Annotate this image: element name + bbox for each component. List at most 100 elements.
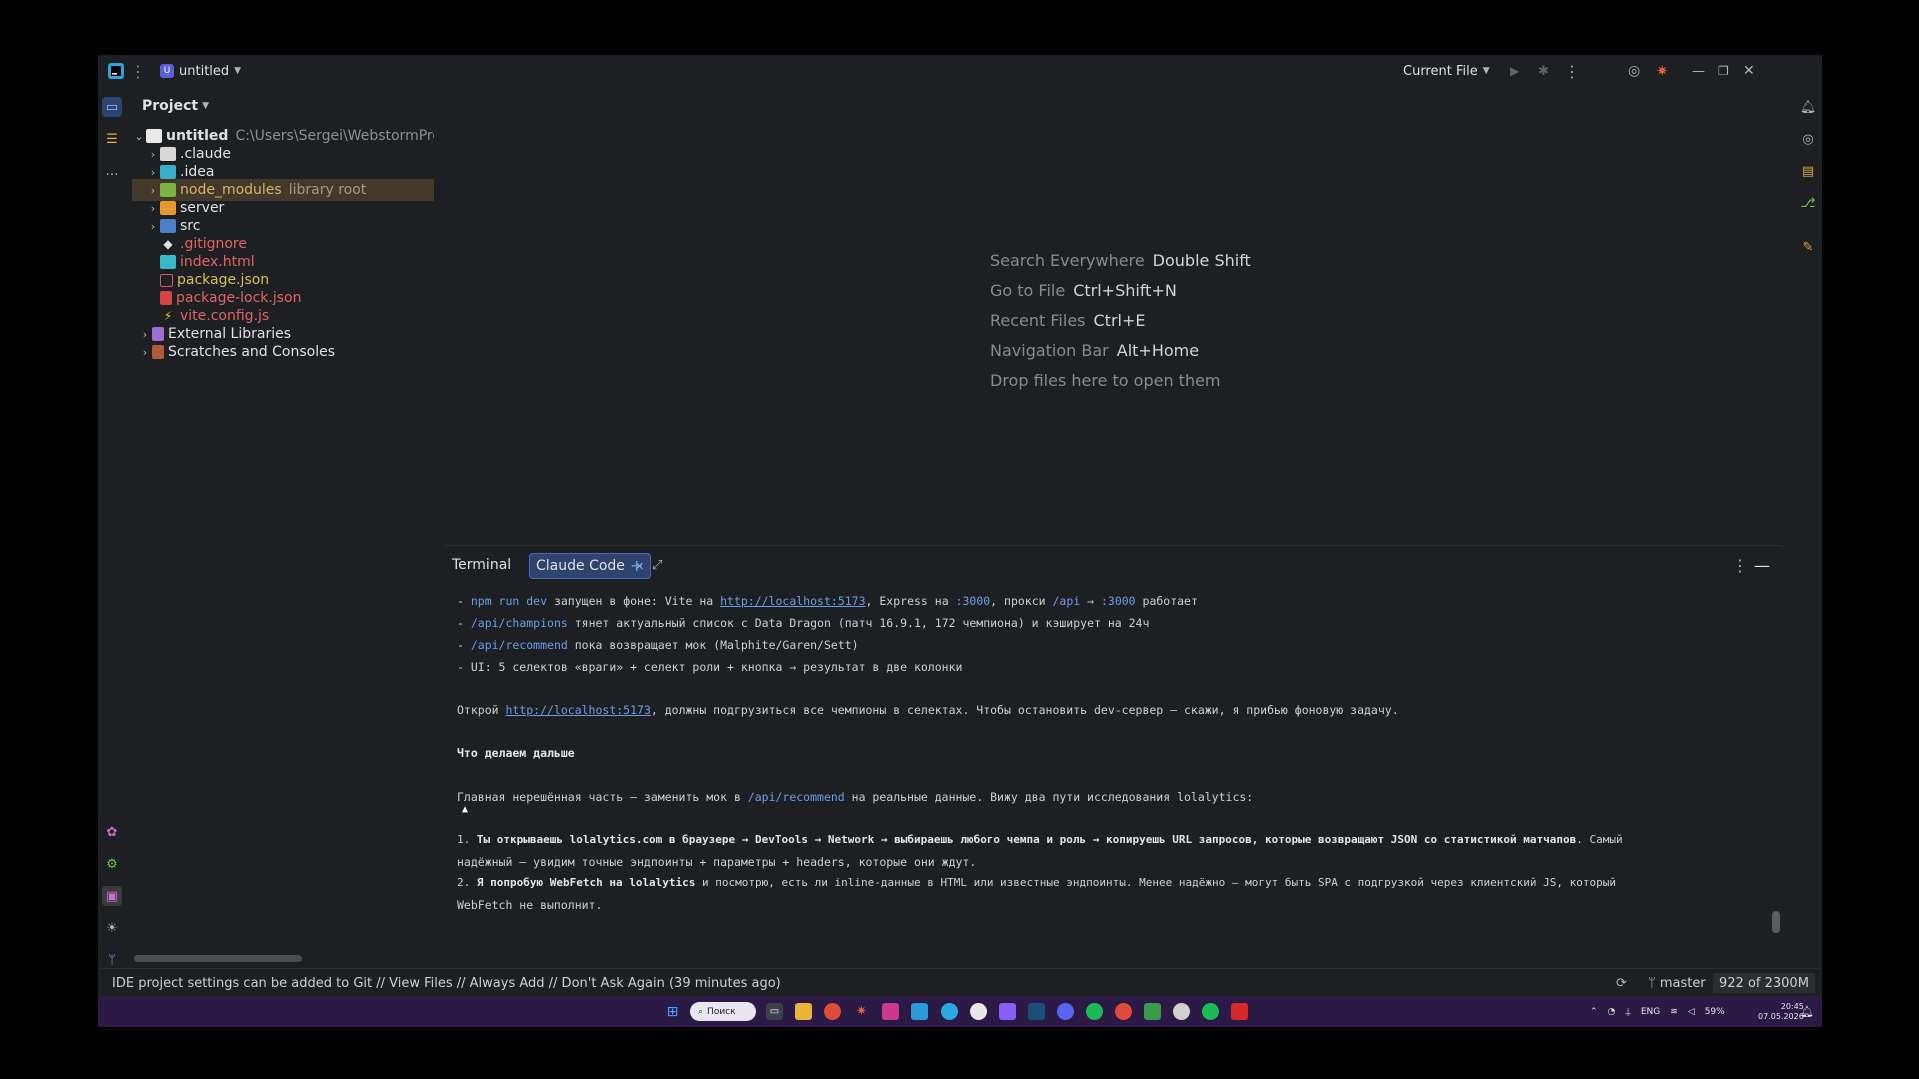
problems-tool-icon[interactable]: ☀ <box>102 918 122 938</box>
telegram-icon[interactable] <box>941 1003 958 1020</box>
pull-requests-icon[interactable]: ⎇ <box>1798 193 1818 213</box>
webstorm-icon[interactable] <box>911 1003 928 1020</box>
mouse-cursor-icon: ▲ <box>462 804 469 815</box>
run-config-selector[interactable]: Current File ▼ <box>1403 55 1490 87</box>
more-actions-icon[interactable]: ⋮ <box>1564 55 1580 87</box>
notification-center-icon[interactable]: 🔔︎ <box>1800 996 1814 1027</box>
discord-icon[interactable] <box>1057 1003 1074 1020</box>
memory-indicator[interactable]: 922 of 2300M <box>1713 973 1815 993</box>
taskbar-search-label: Поиск <box>707 1006 736 1017</box>
chevron-down-icon: ⌄ <box>134 129 144 143</box>
chrome-icon[interactable] <box>824 1003 841 1020</box>
database-icon[interactable]: ▤ <box>1798 161 1818 181</box>
more-tools-icon[interactable]: … <box>102 161 122 181</box>
app-icon[interactable] <box>999 1003 1016 1020</box>
microphone-icon[interactable]: ⍊ <box>1625 1007 1630 1017</box>
expand-icon[interactable]: ⤢ <box>652 553 662 577</box>
close-window-icon[interactable]: ✕ <box>1743 55 1755 87</box>
terminal-options-icon[interactable]: ⋮ <box>1732 553 1748 577</box>
system-tray: ⌃ ◔ ⍊ ENG ≋ ◁ 59% <box>1590 996 1725 1027</box>
run-config-label: Current File <box>1403 63 1478 79</box>
git-branch-widget[interactable]: ᛘ master <box>1648 969 1706 997</box>
localhost-link[interactable]: http://localhost:5173 <box>720 594 865 608</box>
taskbar-search[interactable]: ⌕ Поиск <box>690 1002 756 1021</box>
json-icon <box>160 273 173 287</box>
chevron-right-icon: › <box>150 219 156 233</box>
run-icon[interactable]: ▶ <box>1510 55 1519 87</box>
app-icon[interactable] <box>1173 1003 1190 1020</box>
new-tab-icon[interactable]: + <box>630 553 643 577</box>
project-panel-header[interactable]: Project ▼ <box>142 94 209 118</box>
restore-icon[interactable]: ❐ <box>1718 55 1729 87</box>
claude-app-icon[interactable]: ✷ <box>853 1003 870 1020</box>
claude-icon[interactable]: ✷ <box>1656 55 1669 87</box>
app-logo-icon[interactable] <box>108 55 124 87</box>
tip-navigation-bar: Navigation Bar Alt+Home <box>990 341 1200 360</box>
status-message[interactable]: IDE project settings can be added to Git… <box>112 969 781 997</box>
chevron-right-icon: › <box>150 147 156 161</box>
app-icon[interactable] <box>1144 1003 1161 1020</box>
battery-indicator[interactable]: 59% <box>1705 1007 1725 1017</box>
terminal-line: 1. Ты открываешь lolalytics.com в браузе… <box>457 833 1623 846</box>
chevron-down-icon: ▼ <box>234 66 242 76</box>
language-indicator[interactable]: ENG <box>1641 1007 1660 1017</box>
editor-area[interactable]: Search Everywhere Double Shift Go to File… <box>442 90 1785 542</box>
terminal-line: - UI: 5 селектов «враги» + селект роли +… <box>457 660 963 674</box>
clock[interactable]: 20:45 07.05.2026 <box>1758 996 1804 1027</box>
ai-assistant-icon[interactable]: ◎ <box>1628 55 1640 87</box>
tip-recent-files: Recent Files Ctrl+E <box>990 311 1146 330</box>
localhost-link[interactable]: http://localhost:5173 <box>505 703 650 717</box>
network-icon[interactable]: ◔ <box>1608 1007 1616 1017</box>
terminal-line: - npm run dev запущен в фоне: Vite на ht… <box>457 594 1198 608</box>
project-badge: U <box>160 64 174 78</box>
chevron-right-icon: › <box>150 165 156 179</box>
chevron-down-icon: ▼ <box>1482 66 1490 76</box>
branch-icon: ᛘ <box>1648 975 1656 991</box>
terminal-line: Главная нерешённая часть — заменить мок … <box>457 790 1254 804</box>
explorer-icon[interactable] <box>795 1003 812 1020</box>
tip-search-everywhere: Search Everywhere Double Shift <box>990 251 1251 270</box>
right-tool-strip: 🔔︎ ◎ ▤ ⎇ ✎ <box>1794 87 1822 983</box>
app-icon[interactable] <box>882 1003 899 1020</box>
plugin-tool-icon[interactable]: ✿ <box>102 822 122 842</box>
ai-chat-icon[interactable]: ◎ <box>1798 129 1818 149</box>
ide-window: ⋮ U untitled ▼ Current File ▼ ▶ ✱ ⋮ ◎ ✷ … <box>98 55 1822 1027</box>
acrobat-icon[interactable] <box>1231 1003 1248 1020</box>
terminal-tool-icon[interactable]: ▣ <box>102 886 122 906</box>
volume-icon[interactable]: ◁ <box>1688 1007 1695 1017</box>
wifi-icon[interactable]: ≋ <box>1670 1007 1678 1017</box>
project-selector[interactable]: U untitled ▼ <box>160 55 241 87</box>
steam-icon[interactable] <box>1028 1003 1045 1020</box>
scratches-icon <box>152 345 164 359</box>
debug-icon[interactable]: ✱ <box>1538 55 1549 87</box>
structure-tool-icon[interactable]: ☰ <box>102 129 122 149</box>
main-menu-icon[interactable]: ⋮ <box>130 55 146 87</box>
clock-date: 07.05.2026 <box>1758 1011 1804 1021</box>
hide-panel-icon[interactable]: — <box>1754 553 1770 577</box>
app-icon[interactable] <box>970 1003 987 1020</box>
project-panel-title: Project <box>142 98 199 114</box>
idea-folder-icon <box>160 165 176 179</box>
spotify-icon[interactable] <box>1202 1003 1219 1020</box>
tab-claude-code-label: Claude Code <box>536 558 625 574</box>
windows-start-icon[interactable]: ⊞ <box>664 1003 681 1020</box>
spotify-icon[interactable] <box>1086 1003 1103 1020</box>
chevron-up-icon[interactable]: ⌃ <box>1590 1007 1598 1017</box>
vite-icon: ⚡ <box>163 309 173 323</box>
services-tool-icon[interactable]: ⚙ <box>102 854 122 874</box>
project-name: untitled <box>179 63 230 79</box>
notifications-icon[interactable]: 🔔︎ <box>1798 97 1818 117</box>
git-tool-icon[interactable]: ᛘ <box>102 950 122 970</box>
app-icon[interactable] <box>1115 1003 1132 1020</box>
todo-icon[interactable]: ✎ <box>1798 237 1818 257</box>
project-tool-icon[interactable]: ▭ <box>102 97 122 117</box>
minimize-icon[interactable]: — <box>1692 55 1705 87</box>
terminal-title[interactable]: Terminal <box>452 553 511 577</box>
tree-item-scratches[interactable]: › Scratches and Consoles <box>132 341 434 363</box>
horizontal-scrollbar[interactable] <box>134 955 302 962</box>
search-icon: ⌕ <box>698 1006 704 1017</box>
task-view-icon[interactable]: ▭ <box>766 1003 783 1020</box>
sync-icon[interactable]: ⟳ <box>1616 969 1627 997</box>
terminal-output[interactable]: - npm run dev запущен в фоне: Vite на ht… <box>457 594 1767 954</box>
vertical-scrollbar[interactable] <box>1772 911 1780 933</box>
